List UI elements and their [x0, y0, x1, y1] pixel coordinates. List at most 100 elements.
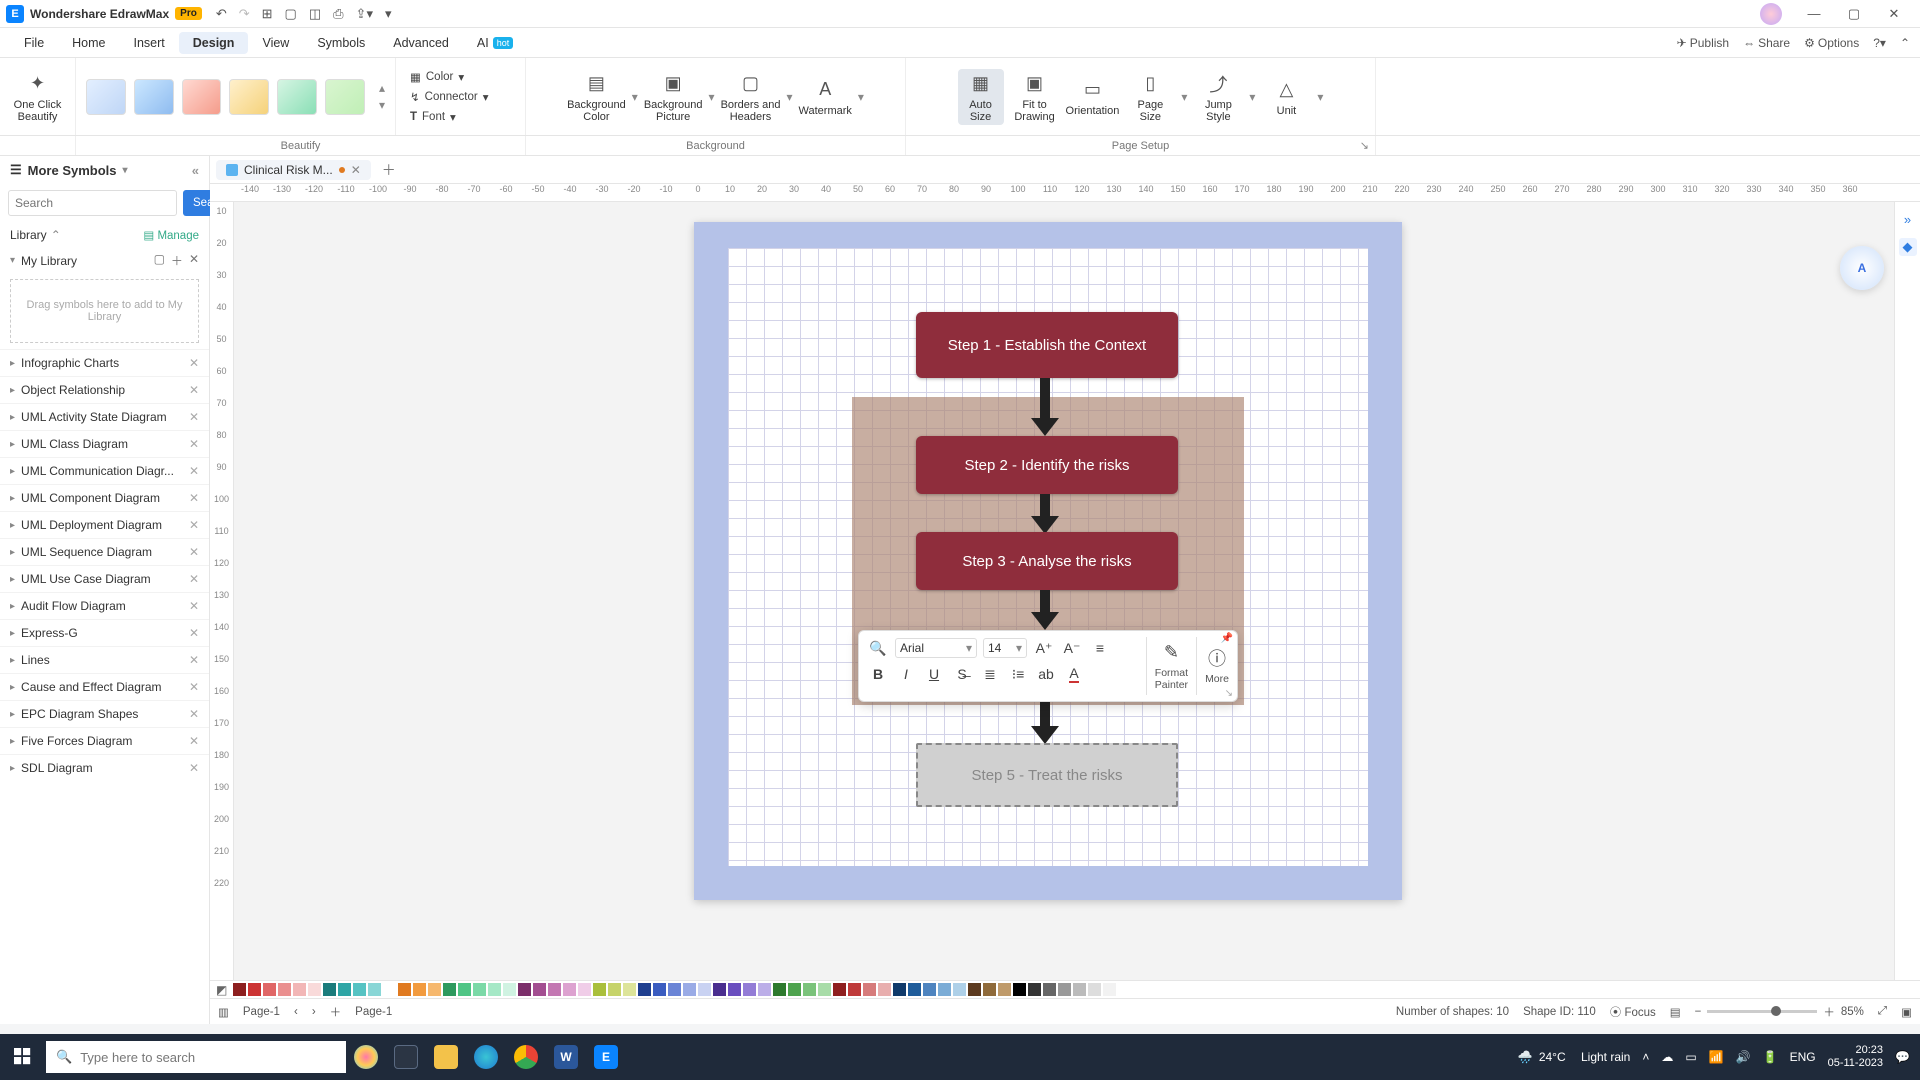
underline-icon[interactable]: U [923, 663, 945, 685]
symbol-search-input[interactable] [8, 190, 177, 216]
pages-view-icon[interactable]: ▥ [218, 1005, 229, 1019]
redo-icon[interactable]: ↷ [239, 6, 250, 22]
remove-category-icon[interactable]: ✕ [189, 464, 199, 478]
expand-right-panel-icon[interactable]: » [1899, 210, 1917, 228]
bullet-list-icon[interactable]: ⁝≡ [1007, 663, 1029, 685]
color-swatch[interactable] [278, 983, 291, 996]
theme-connector-button[interactable]: ↯Connector ▾ [406, 88, 515, 106]
step5-box-editing[interactable] [916, 743, 1178, 807]
align-icon[interactable]: ≡ [1089, 637, 1111, 659]
theme-preset[interactable] [182, 79, 222, 115]
theme-preset[interactable] [134, 79, 174, 115]
qat-more-icon[interactable]: ▾ [385, 6, 392, 22]
file-explorer-icon[interactable] [426, 1034, 466, 1080]
remove-category-icon[interactable]: ✕ [189, 680, 199, 694]
maximize-button[interactable]: ▢ [1834, 6, 1874, 22]
italic-icon[interactable]: I [895, 663, 917, 685]
color-swatch[interactable] [758, 983, 771, 996]
color-swatch[interactable] [233, 983, 246, 996]
close-tab-icon[interactable]: ✕ [351, 163, 361, 177]
undo-icon[interactable]: ↶ [216, 6, 227, 22]
symbol-category[interactable]: ▸Lines✕ [0, 646, 209, 673]
color-swatch[interactable] [743, 983, 756, 996]
color-swatch[interactable] [653, 983, 666, 996]
taskbar-clock[interactable]: 20:23 05-11-2023 [1828, 1044, 1883, 1070]
mylib-plus-icon[interactable]: ＋ [171, 252, 183, 269]
next-page-icon[interactable]: › [312, 1006, 316, 1018]
auto-size-button[interactable]: ▦Auto Size [958, 69, 1004, 125]
fit-to-drawing-button[interactable]: ▣Fit to Drawing [1012, 71, 1058, 123]
color-swatch[interactable] [503, 983, 516, 996]
color-swatch[interactable] [953, 983, 966, 996]
symbol-category[interactable]: ▸UML Class Diagram✕ [0, 430, 209, 457]
expand-icon[interactable]: ▾ [10, 255, 15, 266]
symbol-category[interactable]: ▸EPC Diagram Shapes✕ [0, 700, 209, 727]
arrow-shape[interactable] [1038, 590, 1052, 630]
drawing-canvas[interactable]: Step 1 - Establish the Context Step 2 - … [234, 202, 1920, 980]
symbol-category[interactable]: ▸Cause and Effect Diagram✕ [0, 673, 209, 700]
theme-scroll-down-icon[interactable]: ▾ [379, 98, 385, 112]
taskbar-search[interactable]: 🔍 Type here to search [46, 1041, 346, 1073]
color-swatch[interactable] [818, 983, 831, 996]
remove-category-icon[interactable]: ✕ [189, 437, 199, 451]
color-swatch[interactable] [338, 983, 351, 996]
page-size-button[interactable]: ▯Page Size [1127, 71, 1173, 123]
zoom-value[interactable]: 85% [1841, 1006, 1864, 1018]
remove-category-icon[interactable]: ✕ [189, 410, 199, 424]
color-swatch[interactable] [683, 983, 696, 996]
collapse-ribbon-icon[interactable]: ⌃ [1900, 36, 1910, 50]
symbol-category[interactable]: ▸Object Relationship✕ [0, 376, 209, 403]
theme-font-button[interactable]: TFont ▾ [406, 108, 515, 126]
color-swatch[interactable] [893, 983, 906, 996]
color-swatch[interactable] [263, 983, 276, 996]
theme-color-button[interactable]: ▦Color ▾ [406, 68, 515, 86]
color-swatch[interactable] [983, 983, 996, 996]
edrawmax-taskbar-icon[interactable]: E [586, 1034, 626, 1080]
color-swatch[interactable] [308, 983, 321, 996]
manage-library-button[interactable]: ▤ Manage [143, 228, 199, 242]
symbol-category[interactable]: ▸UML Component Diagram✕ [0, 484, 209, 511]
color-swatch[interactable] [1013, 983, 1026, 996]
one-click-beautify-button[interactable]: ✦ One Click Beautify [10, 71, 65, 123]
symbol-category[interactable]: ▸Audit Flow Diagram✕ [0, 592, 209, 619]
symbol-category[interactable]: ▸Infographic Charts✕ [0, 349, 209, 376]
color-swatch[interactable] [323, 983, 336, 996]
remove-category-icon[interactable]: ✕ [189, 653, 199, 667]
color-swatch[interactable] [668, 983, 681, 996]
chevron-down-icon[interactable]: ▾ [787, 90, 793, 104]
unit-button[interactable]: △Unit [1263, 77, 1309, 117]
fill-picker-icon[interactable]: ◩ [216, 983, 227, 997]
color-swatch[interactable] [1118, 983, 1131, 996]
add-tab-button[interactable]: ＋ [379, 160, 399, 180]
color-swatch[interactable] [473, 983, 486, 996]
collapse-up-icon[interactable]: ⌃ [51, 228, 61, 242]
remove-category-icon[interactable]: ✕ [189, 599, 199, 613]
menu-design[interactable]: Design [179, 32, 249, 54]
chrome-icon[interactable] [506, 1034, 546, 1080]
theme-preset[interactable] [325, 79, 365, 115]
color-swatch[interactable] [863, 983, 876, 996]
symbol-category[interactable]: ▸Five Forces Diagram✕ [0, 727, 209, 754]
font-family-select[interactable]: Arial▾ [895, 638, 977, 658]
export-icon[interactable]: ⇪▾ [356, 6, 373, 22]
menu-symbols[interactable]: Symbols [303, 32, 379, 54]
color-swatch[interactable] [443, 983, 456, 996]
symbol-category[interactable]: ▸UML Use Case Diagram✕ [0, 565, 209, 592]
print-icon[interactable]: ⎙ [333, 6, 343, 22]
properties-icon[interactable]: ◆ [1899, 238, 1917, 256]
menu-home[interactable]: Home [58, 32, 119, 54]
color-swatch[interactable] [578, 983, 591, 996]
task-view-icon[interactable] [386, 1034, 426, 1080]
jump-style-button[interactable]: ⤴Jump Style [1195, 71, 1241, 123]
color-swatch[interactable] [773, 983, 786, 996]
remove-category-icon[interactable]: ✕ [189, 626, 199, 640]
color-swatch[interactable] [1073, 983, 1086, 996]
chevron-down-icon[interactable]: ▾ [709, 90, 715, 104]
color-swatch[interactable] [563, 983, 576, 996]
highlight-icon[interactable]: ab [1035, 663, 1057, 685]
color-swatch[interactable] [413, 983, 426, 996]
share-button[interactable]: ⇔ Share [1743, 36, 1790, 50]
zoom-slider[interactable] [1707, 1010, 1817, 1013]
fullscreen-icon[interactable]: ▣ [1901, 1005, 1912, 1019]
color-swatch[interactable] [353, 983, 366, 996]
